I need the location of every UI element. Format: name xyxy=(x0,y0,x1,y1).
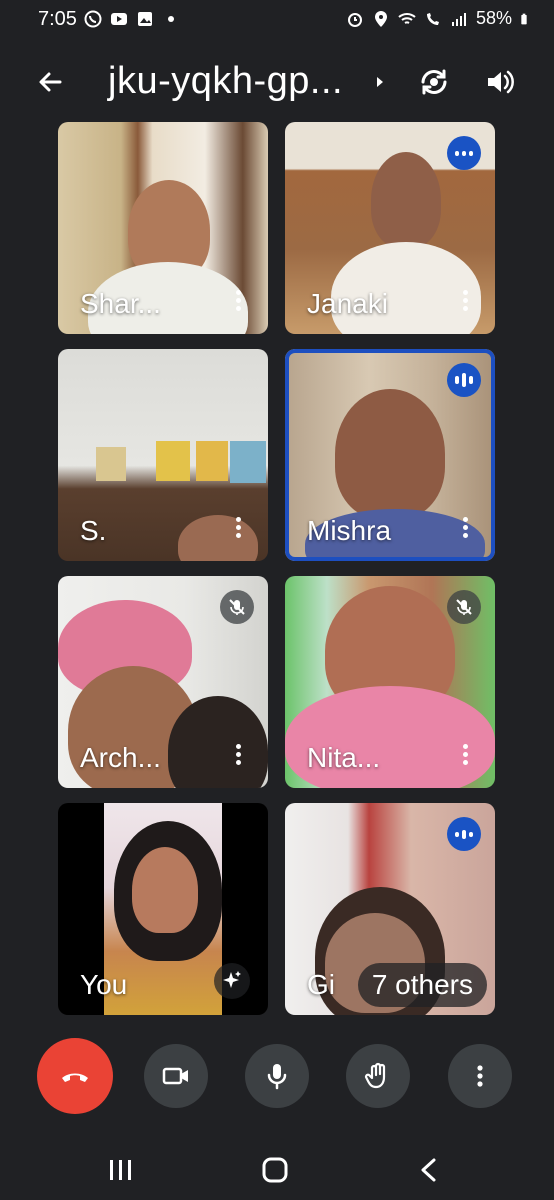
battery-percent: 58% xyxy=(475,8,512,28)
more-options-icon[interactable] xyxy=(463,290,469,312)
mic-muted-icon xyxy=(447,590,481,624)
mic-muted-icon xyxy=(220,590,254,624)
location-icon xyxy=(374,10,387,27)
camera-icon xyxy=(162,1067,188,1085)
more-options-icon[interactable] xyxy=(236,517,242,539)
more-options-button[interactable] xyxy=(448,1044,512,1108)
back-arrow-icon[interactable] xyxy=(34,66,66,98)
speaking-indicator-icon xyxy=(447,817,481,851)
others-count-button[interactable]: 7 others xyxy=(357,963,487,1007)
speaking-indicator-icon xyxy=(447,363,481,397)
microphone-icon xyxy=(267,1064,287,1090)
status-time: 7:05 xyxy=(38,8,77,30)
signal-icon xyxy=(451,12,466,26)
participant-video xyxy=(230,441,266,483)
more-options-icon[interactable] xyxy=(463,517,469,539)
meeting-header: jku-yqkh-gp... xyxy=(0,50,554,114)
participant-name: Arch... xyxy=(80,742,161,773)
participant-name: S. xyxy=(80,515,107,546)
recent-apps-icon[interactable] xyxy=(106,1156,136,1184)
whatsapp-icon xyxy=(84,10,102,28)
notification-dot xyxy=(168,16,174,22)
participant-tile[interactable]: Arch... xyxy=(58,576,268,788)
more-options-icon[interactable] xyxy=(236,744,242,766)
camera-toggle-button[interactable] xyxy=(144,1044,208,1108)
speaker-icon[interactable] xyxy=(482,64,518,100)
self-video xyxy=(132,847,198,933)
gallery-icon xyxy=(138,12,152,26)
participant-tile[interactable]: Nita... xyxy=(285,576,495,788)
participant-video xyxy=(196,441,228,481)
call-controls xyxy=(0,1038,554,1120)
system-navigation-bar xyxy=(0,1140,554,1200)
participant-name: You xyxy=(80,969,128,1000)
more-options-icon[interactable] xyxy=(236,290,242,312)
participant-tile[interactable]: S. xyxy=(58,349,268,561)
participant-video xyxy=(178,515,258,561)
end-call-button[interactable] xyxy=(37,1038,113,1114)
raise-hand-icon xyxy=(364,1062,386,1089)
meeting-info-caret-icon[interactable] xyxy=(374,74,386,90)
participant-tile[interactable]: Gi 7 others xyxy=(285,803,495,1015)
participant-tile[interactable]: Shar... xyxy=(58,122,268,334)
speaking-indicator-icon xyxy=(447,136,481,170)
wifi-calling-icon xyxy=(426,12,439,25)
switch-camera-icon[interactable] xyxy=(416,64,452,100)
participant-video xyxy=(371,152,441,248)
alarm-icon xyxy=(347,12,362,27)
self-view-tile[interactable]: You xyxy=(58,803,268,1015)
participant-tile[interactable]: Janaki xyxy=(285,122,495,334)
back-nav-icon[interactable] xyxy=(414,1156,444,1184)
battery-icon xyxy=(521,13,527,24)
participant-video xyxy=(156,441,190,481)
participant-tile[interactable]: Mishra xyxy=(285,349,495,561)
participant-name: Mishra xyxy=(307,515,392,546)
status-bar: 7:05 58% xyxy=(0,0,554,44)
more-options-icon[interactable] xyxy=(463,744,469,766)
participant-video xyxy=(168,696,268,788)
raise-hand-button[interactable] xyxy=(346,1044,410,1108)
participant-video xyxy=(335,389,445,519)
home-icon[interactable] xyxy=(260,1156,290,1184)
end-call-icon xyxy=(62,1073,88,1082)
participant-name: Janaki xyxy=(307,288,388,319)
participant-name: Shar... xyxy=(80,288,161,319)
participant-video xyxy=(96,447,126,481)
wifi-icon xyxy=(398,12,416,24)
effects-sparkle-icon[interactable] xyxy=(214,963,250,999)
microphone-toggle-button[interactable] xyxy=(245,1044,309,1108)
more-options-icon xyxy=(477,1065,483,1087)
participant-name: Gi xyxy=(307,969,335,1000)
youtube-icon xyxy=(111,13,127,25)
participant-name: Nita... xyxy=(307,742,381,773)
meeting-code-title[interactable]: jku-yqkh-gp... xyxy=(108,60,343,103)
